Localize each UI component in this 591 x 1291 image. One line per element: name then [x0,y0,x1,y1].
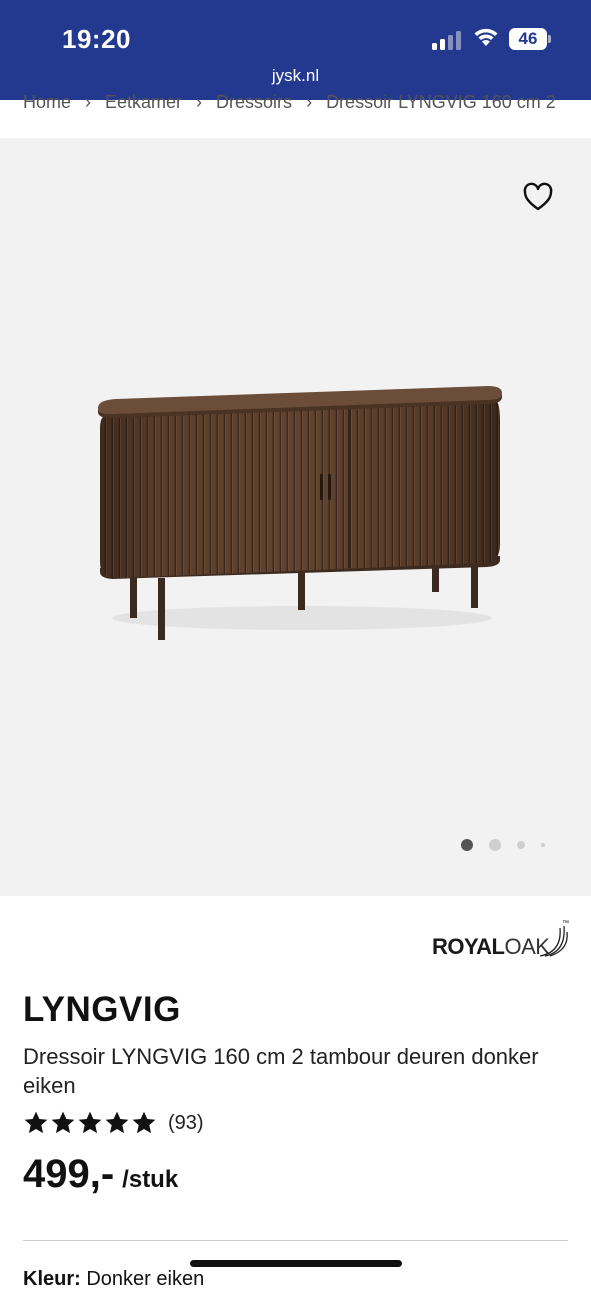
sideboard-product-image[interactable] [92,380,512,650]
star-filled-icon [105,1111,129,1134]
breadcrumb-dressoirs[interactable]: Dressoirs [216,92,292,113]
color-label: Kleur: [23,1268,81,1290]
breadcrumb-current-product[interactable]: Dressoir LYNGVIG 160 cm 2 [326,92,556,113]
cellular-signal-icon [432,31,461,50]
wifi-icon [474,28,498,46]
breadcrumb: Home › Eetkamer › Dressoirs › Dressoir LYNGVIG… [23,92,591,120]
color-value: Donker eiken [86,1268,205,1290]
gallery-dot[interactable] [541,843,545,847]
battery-indicator: 46 [509,28,551,50]
brand-name-bold: ROYAL [432,934,505,959]
product-description: Dressoir LYNGVIG 160 cm 2 tambour deuren… [23,1044,539,1098]
browser-status-bar: 19:20 46 jysk.nl [0,0,591,100]
breadcrumb-separator: › [306,92,313,112]
section-divider [23,1240,568,1241]
gallery-dot-active[interactable] [461,839,473,851]
heart-outline-icon[interactable] [522,182,554,212]
breadcrumb-eetkamer[interactable]: Eetkamer [105,92,182,113]
home-indicator[interactable] [190,1260,402,1267]
star-filled-icon [51,1111,75,1134]
breadcrumb-home[interactable]: Home [23,92,71,113]
star-filled-icon [78,1111,102,1134]
battery-level: 46 [509,28,547,50]
price-value: 499,- [23,1152,115,1196]
star-filled-icon [24,1111,48,1134]
gallery-dot[interactable] [489,839,501,851]
breadcrumb-separator: › [85,92,92,112]
review-count[interactable]: (93) [168,1112,204,1135]
product-name: LYNGVIG [23,990,181,1029]
trademark-symbol: ™ [562,920,569,927]
gallery-dot[interactable] [517,841,525,849]
clock: 19:20 [62,24,131,54]
royal-oak-brand-logo: ROYALOAK ™ [432,920,572,964]
price-unit: /stuk [122,1166,179,1193]
product-rating[interactable]: (93) [23,1108,204,1138]
product-price: 499,- /stuk [23,1152,178,1197]
gallery-pagination [461,838,551,852]
brand-wordmark: ROYALOAK [432,934,550,960]
address-bar-url[interactable]: jysk.nl [0,66,591,86]
star-filled-icon [132,1111,156,1134]
battery-cap [548,35,551,43]
brand-swoosh-icon [539,925,568,957]
breadcrumb-separator: › [196,92,203,112]
